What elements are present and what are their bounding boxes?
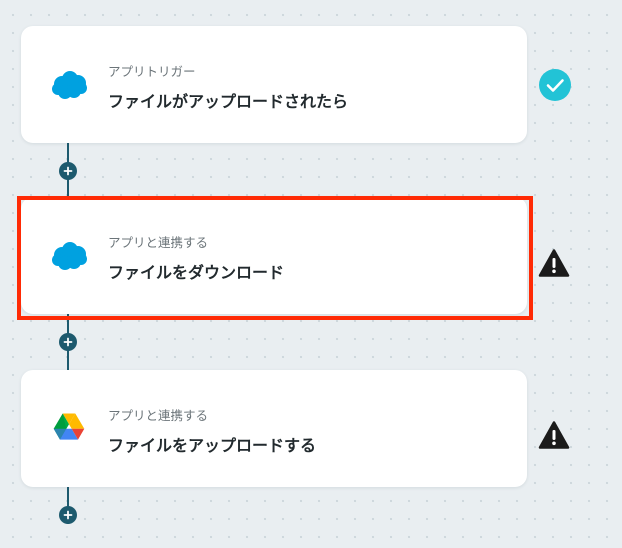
- google-drive-icon: [53, 413, 85, 440]
- warning-triangle-icon: [538, 421, 570, 449]
- step-category-label: アプリと連携する: [108, 235, 209, 250]
- flow-step-card-trigger[interactable]: アプリトリガー ファイルがアップロードされたら: [21, 26, 527, 143]
- warning-triangle-icon: [538, 249, 570, 277]
- check-circle-icon: [539, 69, 571, 101]
- salesforce-cloud-icon: [52, 71, 87, 99]
- plus-icon: [63, 510, 73, 520]
- plus-icon: [63, 337, 73, 347]
- add-step-button[interactable]: [59, 162, 77, 180]
- flow-step-card-download[interactable]: アプリと連携する ファイルをダウンロード: [21, 197, 527, 314]
- salesforce-cloud-icon: [52, 242, 87, 270]
- flow-step-card-upload[interactable]: アプリと連携する ファイルをアップロードする: [21, 370, 527, 487]
- add-step-button[interactable]: [59, 333, 77, 351]
- step-title: ファイルをアップロードする: [108, 436, 317, 455]
- add-step-button[interactable]: [59, 506, 77, 524]
- plus-icon: [63, 166, 73, 176]
- step-title: ファイルがアップロードされたら: [108, 92, 349, 111]
- step-category-label: アプリトリガー: [108, 64, 196, 79]
- step-title: ファイルをダウンロード: [108, 263, 285, 282]
- step-category-label: アプリと連携する: [108, 408, 209, 423]
